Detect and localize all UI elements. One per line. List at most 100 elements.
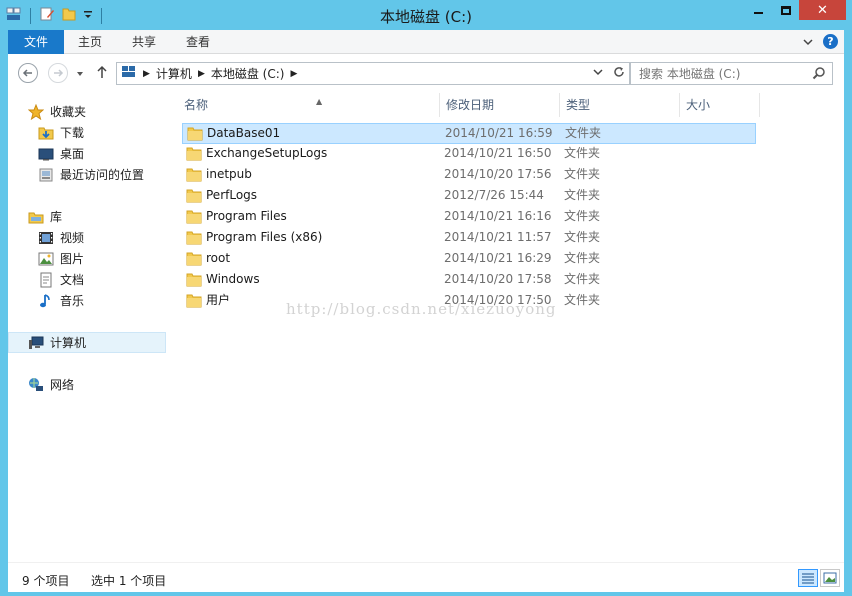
sidebar-item-music[interactable]: 音乐: [8, 290, 166, 311]
column-header-type[interactable]: 类型: [560, 93, 680, 117]
forward-button[interactable]: [48, 63, 68, 83]
refresh-icon[interactable]: [613, 66, 625, 81]
table-row[interactable]: DataBase01 2014/10/21 16:59 文件夹: [182, 123, 756, 144]
large-icons-view-icon: [823, 572, 837, 584]
file-type: 文件夹: [564, 188, 601, 202]
file-name: Program Files (x86): [206, 230, 323, 244]
table-row[interactable]: PerfLogs 2012/7/26 15:44 文件夹: [182, 186, 756, 207]
sidebar-item-label: 桌面: [60, 147, 85, 161]
tab-view[interactable]: 查看: [172, 30, 224, 54]
up-arrow-icon[interactable]: [96, 65, 108, 82]
tab-share[interactable]: 共享: [118, 30, 170, 54]
ribbon-right-controls: ?: [803, 34, 838, 49]
library-icon: [28, 209, 44, 225]
file-type: 文件夹: [564, 293, 601, 307]
expand-ribbon-icon[interactable]: [803, 35, 813, 49]
breadcrumb-chevron-icon[interactable]: ▶: [198, 69, 205, 79]
file-name: DataBase01: [207, 126, 281, 140]
folder-icon: [186, 188, 202, 206]
watermark-text: http://blog.csdn.net/xiezuoyong: [286, 300, 557, 318]
sidebar-item-label: 音乐: [60, 294, 85, 308]
address-bar[interactable]: ▶ 计算机 ▶ 本地磁盘 (C:) ▶: [116, 62, 630, 85]
minimize-button[interactable]: [745, 0, 772, 20]
maximize-icon: [780, 5, 791, 15]
table-row[interactable]: root 2014/10/21 16:29 文件夹: [182, 249, 756, 270]
status-bar: 9 个项目 选中 1 个项目: [8, 562, 844, 592]
large-icons-view-button[interactable]: [820, 569, 840, 587]
help-icon[interactable]: ?: [823, 34, 838, 49]
breadcrumb-chevron-icon[interactable]: ▶: [143, 69, 150, 79]
table-row[interactable]: Program Files (x86) 2014/10/21 11:57 文件夹: [182, 228, 756, 249]
sidebar-item-computer[interactable]: 计算机: [8, 332, 166, 353]
file-modified: 2014/10/21 16:59: [445, 126, 553, 140]
file-modified: 2014/10/21 11:57: [444, 230, 552, 244]
file-type: 文件夹: [564, 209, 601, 223]
tab-file[interactable]: 文件: [8, 30, 64, 54]
folder-icon: [187, 126, 203, 144]
star-icon: [28, 103, 44, 120]
sidebar-item-documents[interactable]: 文档: [8, 269, 166, 290]
table-row[interactable]: Windows 2014/10/20 17:58 文件夹: [182, 270, 756, 291]
breadcrumb-local-disk[interactable]: 本地磁盘 (C:): [211, 65, 285, 82]
sidebar-item-libraries[interactable]: 库: [8, 206, 166, 227]
sidebar-item-videos[interactable]: 视频: [8, 227, 166, 248]
sidebar-item-network[interactable]: 网络: [8, 374, 166, 395]
sidebar-item-favorites[interactable]: 收藏夹: [8, 101, 166, 122]
search-box[interactable]: [630, 62, 833, 85]
search-icon[interactable]: [812, 66, 826, 83]
folder-icon: [186, 167, 202, 185]
explorer-window: 本地磁盘 (C:) ✕ 文件 主页 共享 查看 ? ▶ 计算机 ▶ 本地磁盘 (…: [0, 0, 852, 596]
file-name: Windows: [206, 272, 260, 286]
sidebar-item-pictures[interactable]: 图片: [8, 248, 166, 269]
recent-locations-icon[interactable]: [76, 67, 84, 81]
window-controls: ✕: [745, 0, 846, 20]
breadcrumb-chevron-icon[interactable]: ▶: [290, 69, 297, 79]
column-header-modified[interactable]: 修改日期: [440, 93, 560, 117]
sidebar-item-label: 文档: [60, 273, 85, 287]
navigation-bar: ▶ 计算机 ▶ 本地磁盘 (C:) ▶: [8, 54, 844, 92]
address-dropdown-icon[interactable]: [593, 66, 603, 81]
download-folder-icon: [38, 125, 54, 141]
video-icon: [38, 230, 54, 246]
sidebar-item-downloads[interactable]: 下载: [8, 122, 166, 143]
item-count: 9 个项目: [22, 574, 70, 588]
view-switcher: [798, 569, 840, 587]
sidebar-item-recent[interactable]: 最近访问的位置: [8, 164, 166, 185]
table-row[interactable]: ExchangeSetupLogs 2014/10/21 16:50 文件夹: [182, 144, 756, 165]
details-view-button[interactable]: [798, 569, 818, 587]
folder-icon: [186, 209, 202, 227]
file-type: 文件夹: [564, 272, 601, 286]
folder-icon: [186, 272, 202, 290]
selected-count: 选中 1 个项目: [91, 574, 167, 588]
maximize-button[interactable]: [772, 0, 799, 20]
file-modified: 2014/10/21 16:29: [444, 251, 552, 265]
documents-icon: [38, 272, 54, 288]
close-icon: ✕: [817, 2, 828, 18]
forward-arrow-icon: [54, 69, 64, 77]
sidebar-item-desktop[interactable]: 桌面: [8, 143, 166, 164]
table-row[interactable]: Program Files 2014/10/21 16:16 文件夹: [182, 207, 756, 228]
sidebar-item-label: 收藏夹: [50, 105, 87, 119]
address-controls: [593, 66, 625, 81]
computer-icon: [28, 335, 44, 351]
search-input[interactable]: [631, 63, 801, 84]
column-header-name[interactable]: 名称 ▲: [178, 93, 440, 117]
sidebar-item-label: 下载: [60, 126, 85, 140]
pictures-icon: [38, 251, 54, 267]
close-button[interactable]: ✕: [799, 0, 846, 20]
music-icon: [38, 293, 54, 309]
table-row[interactable]: inetpub 2014/10/20 17:56 文件夹: [182, 165, 756, 186]
sidebar-item-label: 网络: [50, 378, 75, 392]
folder-icon: [186, 251, 202, 269]
navigation-pane: 收藏夹 下载 桌面 最近访问的位置 库 视频 图片 文档 音乐 计算机 网络: [8, 92, 166, 562]
file-list: 名称 ▲ 修改日期 类型 大小 DataBase01 2014/10/21 16…: [166, 92, 844, 562]
file-modified: 2014/10/21 16:50: [444, 146, 552, 160]
minimize-icon: [754, 12, 763, 14]
breadcrumb-computer[interactable]: 计算机: [156, 65, 192, 82]
file-modified: 2014/10/20 17:56: [444, 167, 552, 181]
network-icon: [28, 377, 44, 393]
back-button[interactable]: [18, 63, 38, 83]
window-title: 本地磁盘 (C:): [380, 8, 472, 26]
column-header-size[interactable]: 大小: [680, 93, 760, 117]
tab-home[interactable]: 主页: [64, 30, 116, 54]
